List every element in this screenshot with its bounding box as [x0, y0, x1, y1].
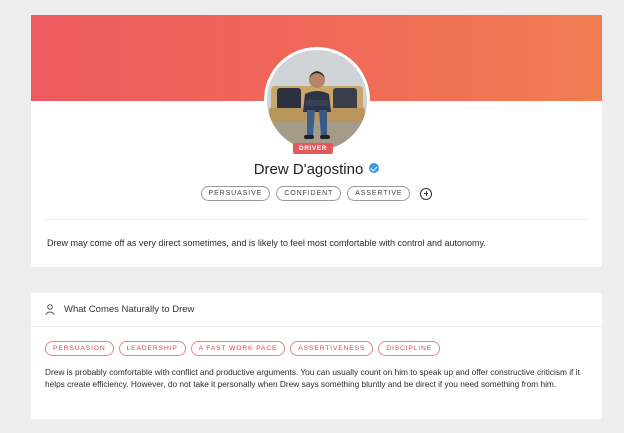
trait-chip[interactable]: CONFIDENT — [276, 186, 342, 201]
trait-list: PERSUASIVE CONFIDENT ASSERTIVE — [31, 186, 602, 201]
profile-card: DRIVER Drew D'agostino PERSUASIVE CONFID… — [31, 15, 602, 267]
verified-check-icon — [369, 163, 380, 173]
trait-chip[interactable]: ASSERTIVE — [347, 186, 411, 201]
plus-circle-icon[interactable] — [420, 187, 433, 200]
profile-summary: Drew may come off as very direct sometim… — [47, 238, 486, 248]
divider — [45, 219, 588, 220]
avatar[interactable] — [264, 47, 370, 153]
naturally-title: What Comes Naturally to Drew — [64, 304, 195, 315]
naturally-card: What Comes Naturally to Drew PERSUASION … — [31, 293, 602, 419]
trait-chip[interactable]: PERSUASIVE — [200, 186, 271, 201]
role-badge: DRIVER — [292, 143, 334, 154]
strength-chip[interactable]: LEADERSHIP — [118, 341, 186, 356]
page: DRIVER Drew D'agostino PERSUASIVE CONFID… — [0, 0, 624, 433]
person-icon — [45, 304, 55, 315]
profile-name-row: Drew D'agostino — [31, 161, 602, 178]
strength-list: PERSUASION LEADERSHIP A FAST WORK PACE A… — [45, 341, 441, 356]
strength-chip[interactable]: A FAST WORK PACE — [190, 341, 286, 356]
naturally-description: Drew is probably comfortable with confli… — [45, 367, 580, 389]
profile-name: Drew D'agostino — [253, 161, 364, 178]
divider — [31, 326, 602, 327]
naturally-header: What Comes Naturally to Drew — [45, 304, 194, 315]
avatar-photo — [267, 50, 367, 150]
strength-chip[interactable]: DISCIPLINE — [378, 341, 441, 356]
strength-chip[interactable]: PERSUASION — [45, 341, 114, 356]
strength-chip[interactable]: ASSERTIVENESS — [290, 341, 374, 356]
avatar-illustration — [267, 50, 367, 150]
